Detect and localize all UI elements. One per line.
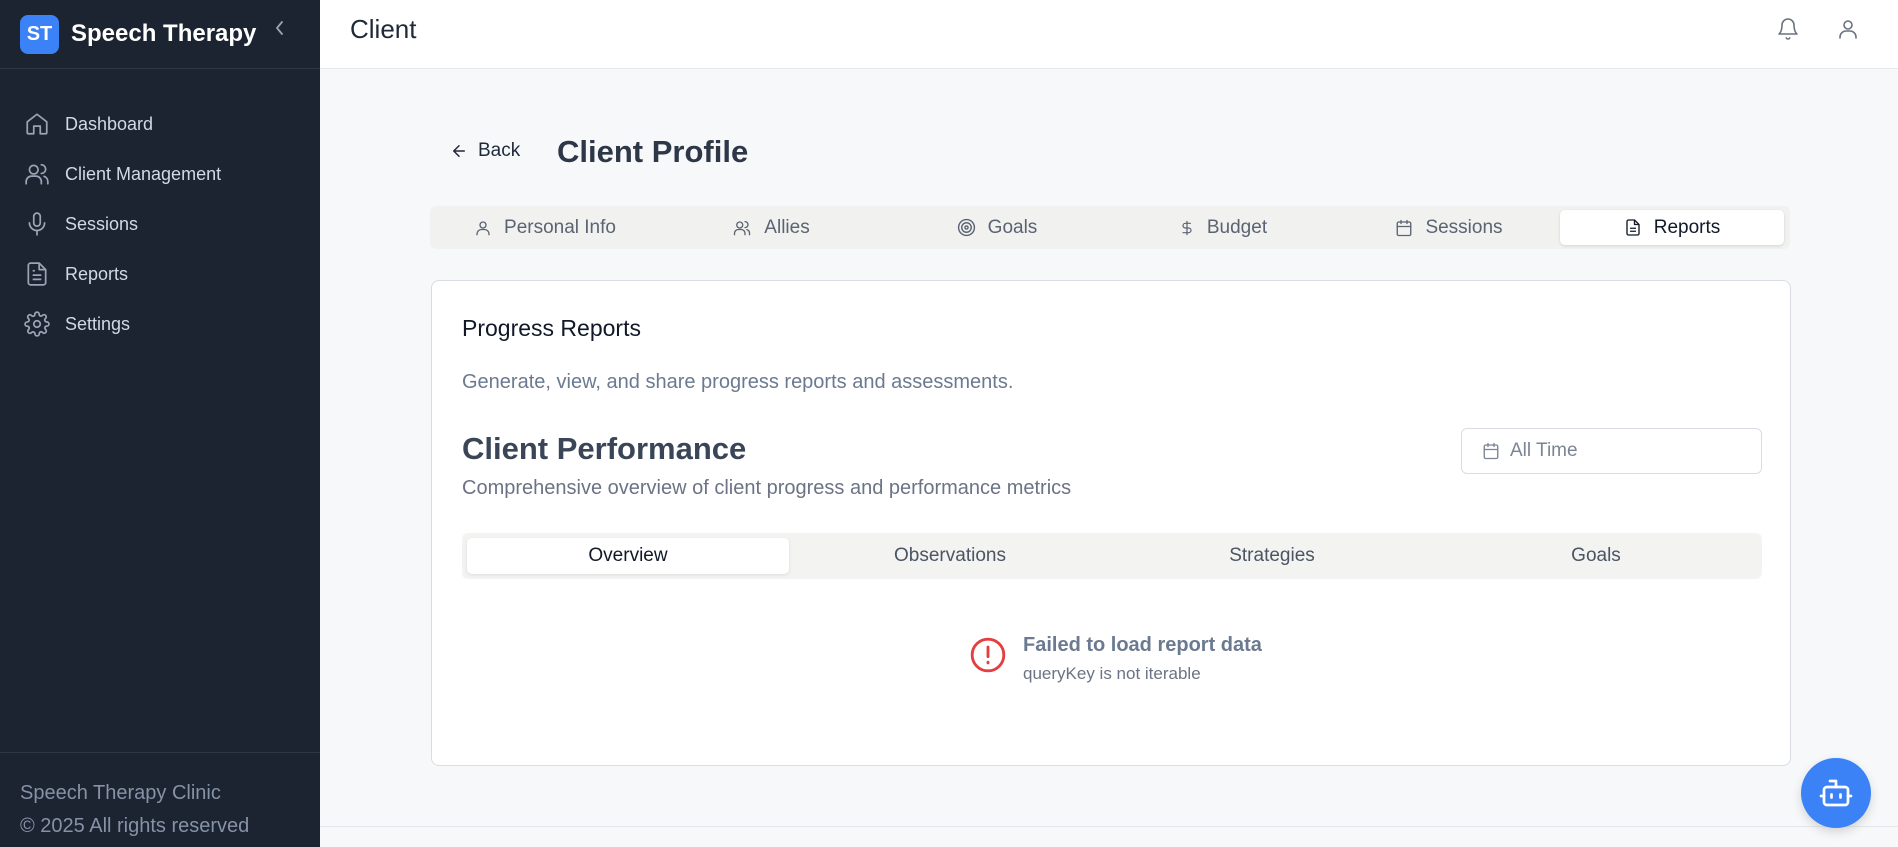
date-range-value: All Time: [1510, 440, 1578, 461]
calendar-icon: [1483, 442, 1499, 460]
home-icon: [26, 113, 48, 135]
sidebar-item-sessions[interactable]: Sessions: [0, 199, 320, 249]
error-message: Failed to load report data queryKey is n…: [969, 634, 1262, 684]
chevron-left-icon: [276, 21, 283, 35]
progress-reports-card: Progress Reports Generate, view, and sha…: [431, 280, 1791, 766]
tab-label: Personal Info: [504, 216, 616, 238]
tab-label: Budget: [1206, 216, 1268, 238]
back-label: Back: [478, 140, 521, 161]
report-subtabs: Overview Observations Strategies Goals: [462, 533, 1762, 579]
target-icon: [957, 218, 975, 237]
tab-personal-info[interactable]: Personal Info: [434, 210, 656, 245]
sidebar-item-reports[interactable]: Reports: [0, 249, 320, 299]
tab-label: Goals: [987, 216, 1038, 238]
sidebar-nav: Dashboard Client Management Sessions Rep…: [0, 69, 320, 349]
arrow-left-icon: [453, 145, 465, 157]
users-icon: [25, 163, 49, 185]
tab-label: Allies: [764, 216, 810, 238]
tab-reports[interactable]: Reports: [1560, 210, 1784, 245]
back-button[interactable]: Back: [450, 140, 520, 162]
profile-tabs: Personal Info Allies Goals Budget Sessio…: [430, 206, 1790, 249]
sidebar-item-settings[interactable]: Settings: [0, 299, 320, 349]
user-icon: [476, 220, 490, 235]
file-text-icon: [27, 262, 47, 286]
notifications-button[interactable]: [1773, 14, 1803, 44]
dollar-icon: [1182, 220, 1192, 235]
top-bar: Client: [320, 0, 1898, 69]
subtab-goals[interactable]: Goals: [1435, 538, 1757, 574]
gear-icon: [24, 311, 50, 337]
tab-allies[interactable]: Allies: [660, 210, 882, 245]
card-description: Generate, view, and share progress repor…: [462, 371, 1014, 393]
user-menu-button[interactable]: [1833, 14, 1863, 44]
file-text-icon: [1626, 219, 1640, 236]
card-title: Progress Reports: [462, 315, 641, 341]
tab-label: Sessions: [1425, 216, 1503, 238]
bot-icon: [1819, 779, 1853, 807]
tab-sessions[interactable]: Sessions: [1338, 210, 1560, 245]
error-title: Failed to load report data: [1023, 634, 1262, 656]
calendar-icon: [1397, 219, 1412, 236]
brand-logo: ST: [20, 14, 59, 54]
profile-title: Client Profile: [557, 134, 749, 169]
page-title: Client: [350, 14, 417, 44]
assistant-bot-button[interactable]: [1801, 758, 1871, 828]
error-detail: queryKey is not iterable: [1023, 664, 1201, 683]
sidebar-item-label: Dashboard: [65, 113, 154, 134]
subtab-strategies[interactable]: Strategies: [1111, 538, 1433, 574]
performance-title: Client Performance: [462, 431, 747, 466]
footer-divider: [320, 826, 1898, 827]
clinic-name: Speech Therapy Clinic: [20, 782, 221, 804]
date-range-select[interactable]: All Time: [1461, 428, 1762, 474]
users-icon: [734, 220, 751, 235]
user-icon: [1839, 20, 1857, 39]
microphone-icon: [28, 212, 46, 236]
subtab-observations[interactable]: Observations: [789, 538, 1111, 574]
sidebar-item-label: Reports: [65, 263, 129, 284]
sidebar-item-client-management[interactable]: Client Management: [0, 149, 320, 199]
sidebar-item-label: Client Management: [65, 163, 222, 184]
subtab-overview[interactable]: Overview: [467, 538, 789, 574]
collapse-sidebar-button[interactable]: [272, 18, 288, 38]
tab-label: Reports: [1653, 216, 1721, 238]
bell-icon: [1778, 18, 1798, 40]
sidebar-item-label: Settings: [65, 313, 131, 334]
sidebar: ST Speech Therapy Dashboard Client Manag…: [0, 0, 320, 847]
brand-name: Speech Therapy: [71, 20, 257, 47]
tab-goals[interactable]: Goals: [886, 210, 1108, 245]
tab-budget[interactable]: Budget: [1112, 210, 1334, 245]
performance-description: Comprehensive overview of client progres…: [462, 477, 1072, 499]
copyright: © 2025 All rights reserved: [20, 815, 250, 837]
alert-circle-icon: [970, 637, 1006, 673]
sidebar-footer: Speech Therapy Clinic © 2025 All rights …: [0, 752, 320, 847]
sidebar-item-dashboard[interactable]: Dashboard: [0, 99, 320, 149]
sidebar-item-label: Sessions: [65, 213, 139, 234]
